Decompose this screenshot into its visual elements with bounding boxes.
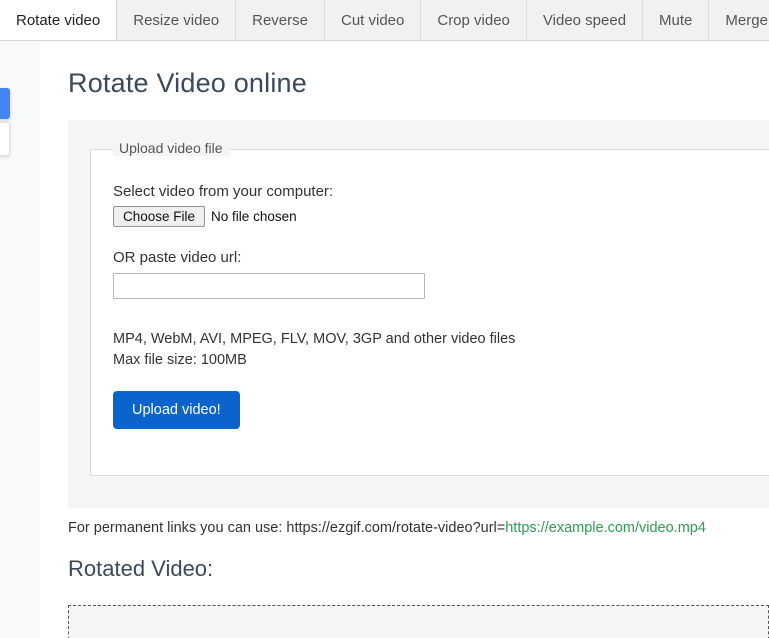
upload-video-button[interactable]: Upload video! xyxy=(113,391,240,429)
upload-panel: Upload video file Select video from your… xyxy=(68,120,769,508)
result-section-title: Rotated Video: xyxy=(68,556,214,581)
file-status-text: No file chosen xyxy=(211,209,297,224)
tab-rotate-video[interactable]: Rotate video xyxy=(0,0,118,40)
paste-url-label: OR paste video url: xyxy=(113,249,242,266)
video-url-input[interactable] xyxy=(113,273,425,299)
upload-fieldset-legend: Upload video file xyxy=(113,140,229,156)
max-file-size-text: Max file size: 100MB xyxy=(113,352,247,368)
tab-bar: Rotate video Resize video Reverse Cut vi… xyxy=(0,0,769,41)
choose-file-button[interactable]: Choose File xyxy=(113,206,206,227)
tab-crop-video[interactable]: Crop video xyxy=(421,0,527,40)
main-content: Rotate Video online Upload video file Se… xyxy=(68,41,769,638)
tab-reverse[interactable]: Reverse xyxy=(236,0,325,40)
tab-mute[interactable]: Mute xyxy=(643,0,710,40)
tab-video-speed[interactable]: Video speed xyxy=(526,0,644,40)
tab-resize-video[interactable]: Resize video xyxy=(117,0,237,40)
edge-widget-blue[interactable] xyxy=(0,88,10,119)
tab-cut-video[interactable]: Cut video xyxy=(324,0,422,40)
edge-widget-white[interactable] xyxy=(0,122,10,156)
result-placeholder-box xyxy=(68,605,769,638)
permalink-prefix-text: For permanent links you can use: https:/… xyxy=(68,520,506,536)
permalink-example-url: https://example.com/video.mp4 xyxy=(505,520,706,536)
select-file-label: Select video from your computer: xyxy=(113,183,334,200)
supported-formats-text: MP4, WebM, AVI, MPEG, FLV, MOV, 3GP and … xyxy=(113,331,516,347)
app-window: Rotate video Resize video Reverse Cut vi… xyxy=(0,0,769,638)
file-input-row[interactable]: Choose File No file chosen xyxy=(113,206,297,227)
tab-merge-video[interactable]: Merge video xyxy=(709,0,769,40)
left-gutter-inner xyxy=(40,41,68,638)
permalink-hint: For permanent links you can use: https:/… xyxy=(68,520,706,536)
page-title: Rotate Video online xyxy=(68,68,307,98)
upload-fieldset: Upload video file Select video from your… xyxy=(90,140,769,476)
